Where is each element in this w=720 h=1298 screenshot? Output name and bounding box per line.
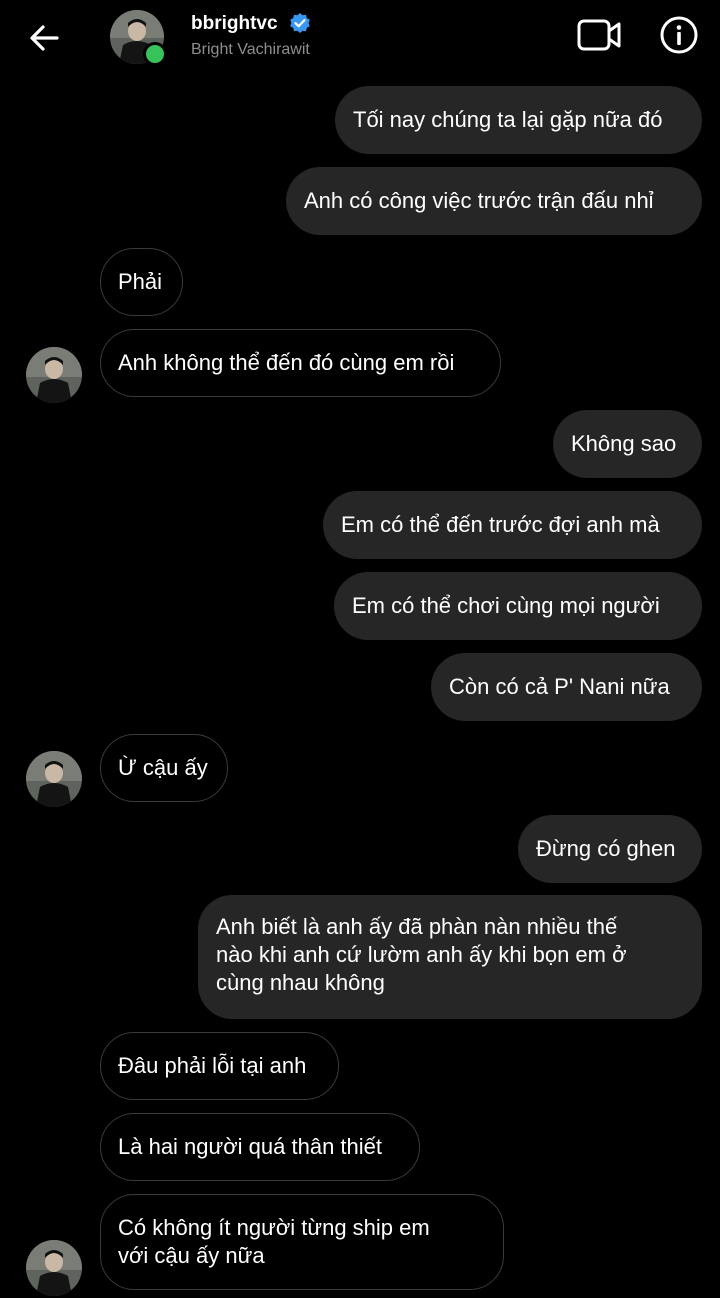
message-bubble-outgoing[interactable]: Em có thể chơi cùng mọi người — [334, 572, 702, 640]
online-status-dot — [143, 42, 167, 66]
message-thread: Tối nay chúng ta lại gặp nữa đó Anh có c… — [0, 0, 720, 1298]
avatar-photo-icon — [26, 1240, 82, 1296]
back-button[interactable] — [22, 16, 66, 60]
message-bubble-incoming[interactable]: Đâu phải lỗi tại anh — [100, 1032, 339, 1100]
message-bubble-incoming[interactable]: Phải — [100, 248, 183, 316]
message-bubble-outgoing[interactable]: Còn có cả P' Nani nữa — [431, 653, 702, 721]
chat-header: bbrightvc Bright Vachirawit — [0, 0, 720, 78]
message-bubble-outgoing[interactable]: Không sao — [553, 410, 702, 478]
sender-avatar[interactable] — [26, 751, 82, 807]
video-call-button[interactable] — [574, 14, 624, 56]
info-button[interactable] — [656, 12, 702, 58]
message-bubble-incoming[interactable]: Anh không thể đến đó cùng em rồi — [100, 329, 501, 397]
header-username[interactable]: bbrightvc — [191, 12, 312, 36]
message-bubble-incoming[interactable]: Có không ít người từng ship em với cậu ấ… — [100, 1194, 504, 1290]
message-bubble-incoming[interactable]: Ừ cậu ấy — [100, 734, 228, 802]
avatar-photo-icon — [26, 751, 82, 807]
message-bubble-outgoing[interactable]: Đừng có ghen — [518, 815, 702, 883]
avatar-photo-icon — [26, 347, 82, 403]
verified-badge-icon — [288, 12, 312, 36]
header-full-name: Bright Vachirawit — [191, 41, 310, 58]
message-bubble-outgoing[interactable]: Tối nay chúng ta lại gặp nữa đó — [335, 86, 702, 154]
message-bubble-outgoing[interactable]: Anh biết là anh ấy đã phàn nàn nhiều thế… — [198, 895, 702, 1019]
sender-avatar[interactable] — [26, 347, 82, 403]
message-bubble-outgoing[interactable]: Em có thể đến trước đợi anh mà — [323, 491, 702, 559]
message-bubble-incoming[interactable]: Là hai người quá thân thiết — [100, 1113, 420, 1181]
video-camera-icon — [577, 19, 621, 51]
message-bubble-outgoing[interactable]: Anh có công việc trước trận đấu nhỉ — [286, 167, 702, 235]
arrow-left-icon — [30, 25, 59, 51]
username-label: bbrightvc — [191, 13, 278, 34]
sender-avatar[interactable] — [26, 1240, 82, 1296]
info-icon — [660, 16, 698, 54]
